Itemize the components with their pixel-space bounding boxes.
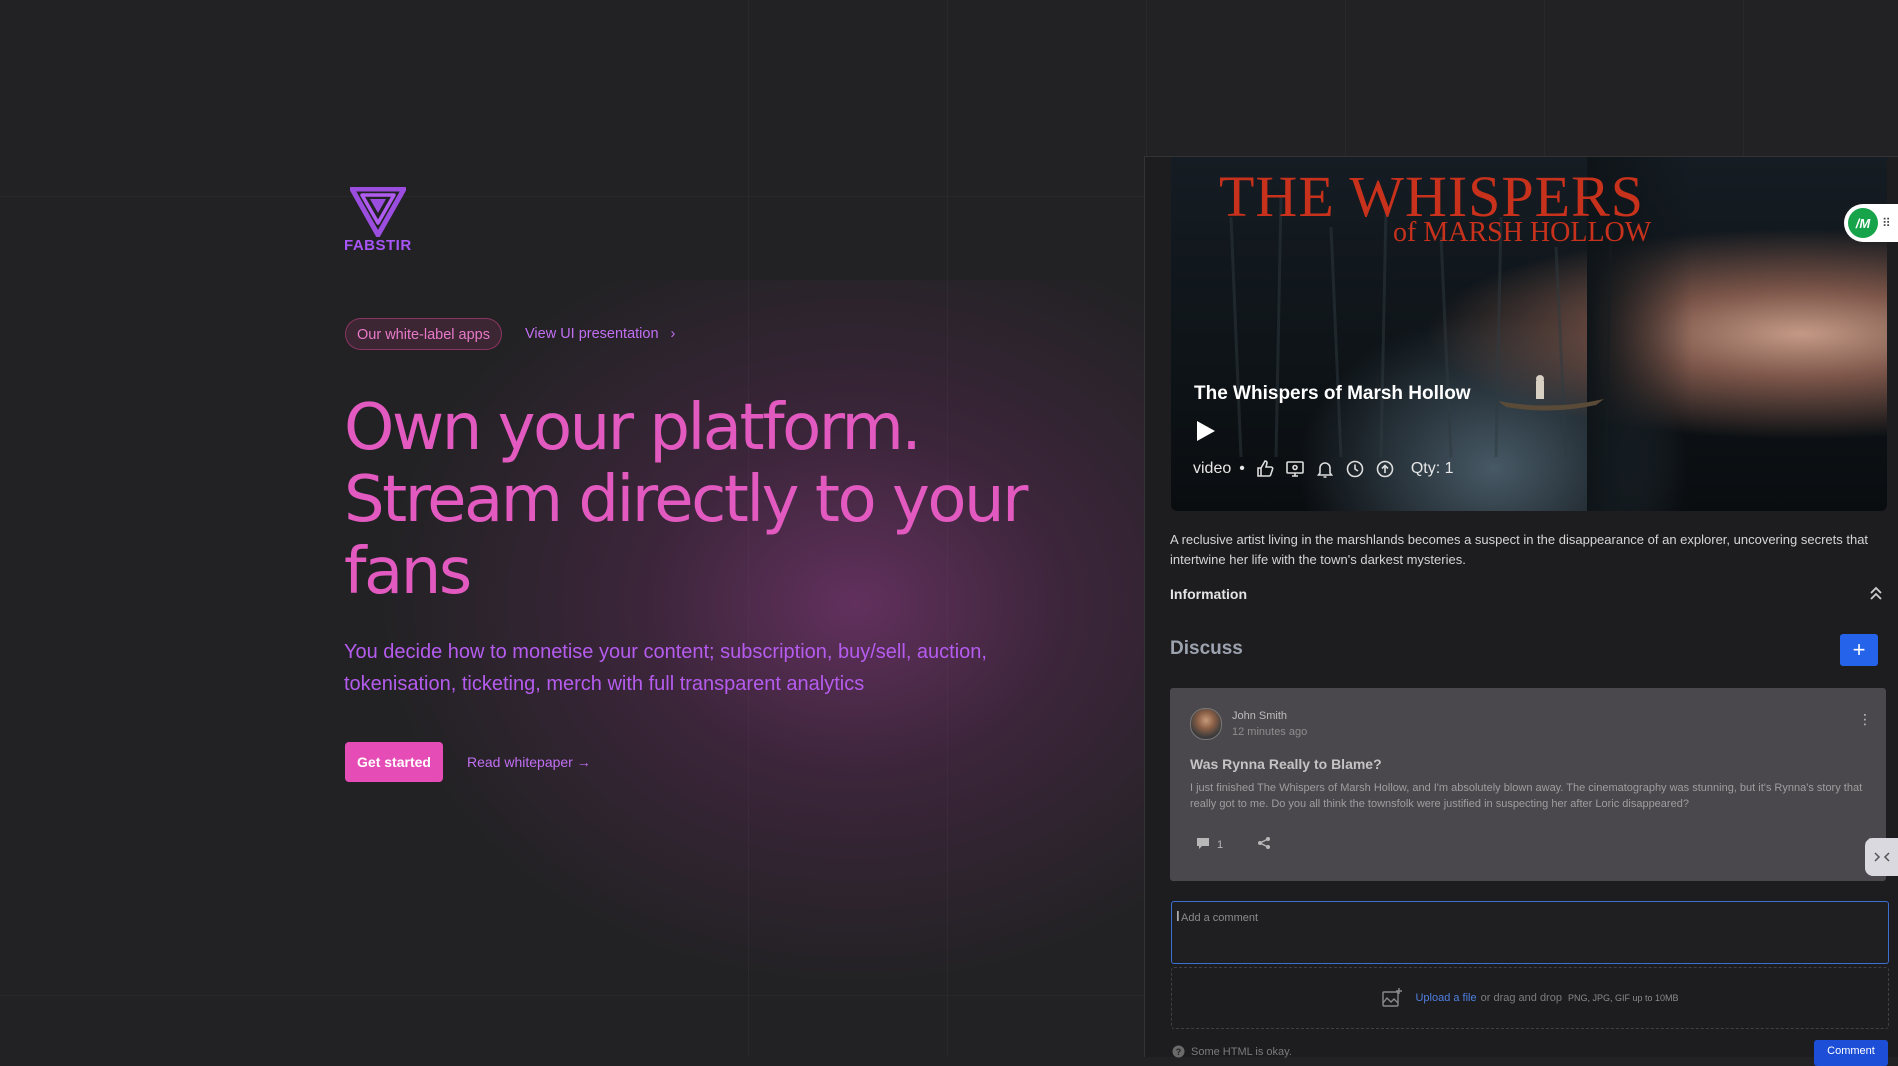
media-type: video bbox=[1193, 460, 1232, 477]
post-body: I just finished The Whispers of Marsh Ho… bbox=[1190, 782, 1863, 810]
add-discussion-button[interactable]: + bbox=[1840, 634, 1878, 666]
text-cursor-icon: I bbox=[1176, 910, 1180, 925]
comment-textarea[interactable] bbox=[1172, 902, 1888, 963]
extension-badge[interactable]: /M ⠿ bbox=[1844, 204, 1898, 242]
chevron-right-icon: › bbox=[670, 326, 676, 342]
quantity-label: Qty: 1 bbox=[1410, 460, 1454, 477]
image-upload-icon bbox=[1382, 988, 1403, 1007]
thumbs-up-icon[interactable] bbox=[1255, 459, 1275, 479]
media-meta-row: video • Qty: 1 bbox=[1193, 459, 1454, 479]
arrow-up-circle-icon[interactable] bbox=[1375, 459, 1395, 479]
brand-logo[interactable]: FABSTIR bbox=[344, 187, 420, 254]
code-collapse-icon bbox=[1873, 852, 1890, 862]
play-icon[interactable] bbox=[1195, 419, 1217, 443]
upload-file-link[interactable]: Upload a file bbox=[1415, 992, 1476, 1004]
boat-illustration bbox=[1498, 375, 1604, 411]
view-ui-presentation-link[interactable]: View UI presentation › bbox=[525, 318, 675, 350]
more-options-icon[interactable]: ⋮ bbox=[1858, 712, 1872, 728]
discuss-heading: Discuss bbox=[1170, 638, 1243, 659]
post-actions: 1 bbox=[1196, 836, 1271, 853]
post-author[interactable]: John Smith bbox=[1232, 710, 1287, 722]
meta-separator: • bbox=[1239, 460, 1245, 477]
poster-subtitle: of MARSH HOLLOW bbox=[1393, 217, 1652, 248]
media-title: The Whispers of Marsh Hollow bbox=[1194, 383, 1471, 404]
post-timestamp: 12 minutes ago bbox=[1232, 726, 1308, 738]
comment-input-box[interactable] bbox=[1171, 901, 1889, 964]
discussion-card: John Smith 12 minutes ago ⋮ Was Rynna Re… bbox=[1170, 688, 1886, 881]
bell-icon[interactable] bbox=[1315, 459, 1335, 479]
avatar[interactable] bbox=[1190, 708, 1222, 740]
read-whitepaper-link[interactable]: Read whitepaper → bbox=[467, 742, 591, 782]
clock-icon[interactable] bbox=[1345, 459, 1365, 479]
media-description: A reclusive artist living in the marshla… bbox=[1170, 532, 1869, 567]
submit-comment-button[interactable]: Comment bbox=[1814, 1040, 1888, 1066]
comment-count: 1 bbox=[1217, 838, 1224, 851]
help-circle-icon: ? bbox=[1172, 1045, 1185, 1058]
media-poster: THE WHISPERS of MARSH HOLLOW The Whisper… bbox=[1171, 157, 1887, 511]
extension-logo-icon: /M bbox=[1848, 208, 1878, 238]
get-started-button[interactable]: Get started bbox=[345, 742, 443, 782]
chevron-double-up-icon[interactable] bbox=[1868, 584, 1884, 602]
html-hint: ? Some HTML is okay. bbox=[1172, 1045, 1292, 1058]
comment-icon[interactable] bbox=[1196, 837, 1210, 853]
information-toggle-label[interactable]: Information bbox=[1170, 586, 1247, 602]
side-panel-toggle[interactable] bbox=[1865, 838, 1898, 876]
hero-title: Own your platform. Stream directly to yo… bbox=[344, 391, 1028, 609]
file-upload-dropzone[interactable]: Upload a file or drag and drop PNG, JPG,… bbox=[1171, 967, 1889, 1029]
post-title[interactable]: Was Rynna Really to Blame? bbox=[1190, 756, 1382, 772]
upload-file-types: PNG, JPG, GIF up to 10MB bbox=[1567, 993, 1679, 1003]
drag-drop-text: or drag and drop bbox=[1480, 992, 1562, 1004]
hero-subtitle: You decide how to monetise your content;… bbox=[344, 641, 987, 695]
share-icon[interactable] bbox=[1257, 836, 1271, 853]
view-ui-presentation-label: View UI presentation bbox=[525, 326, 659, 342]
grip-icon[interactable]: ⠿ bbox=[1882, 216, 1891, 230]
brand-name: FABSTIR bbox=[344, 237, 412, 254]
screen-cast-icon[interactable] bbox=[1285, 459, 1305, 479]
white-label-apps-pill[interactable]: Our white-label apps bbox=[345, 318, 502, 350]
fabstir-logo-icon bbox=[350, 187, 406, 237]
